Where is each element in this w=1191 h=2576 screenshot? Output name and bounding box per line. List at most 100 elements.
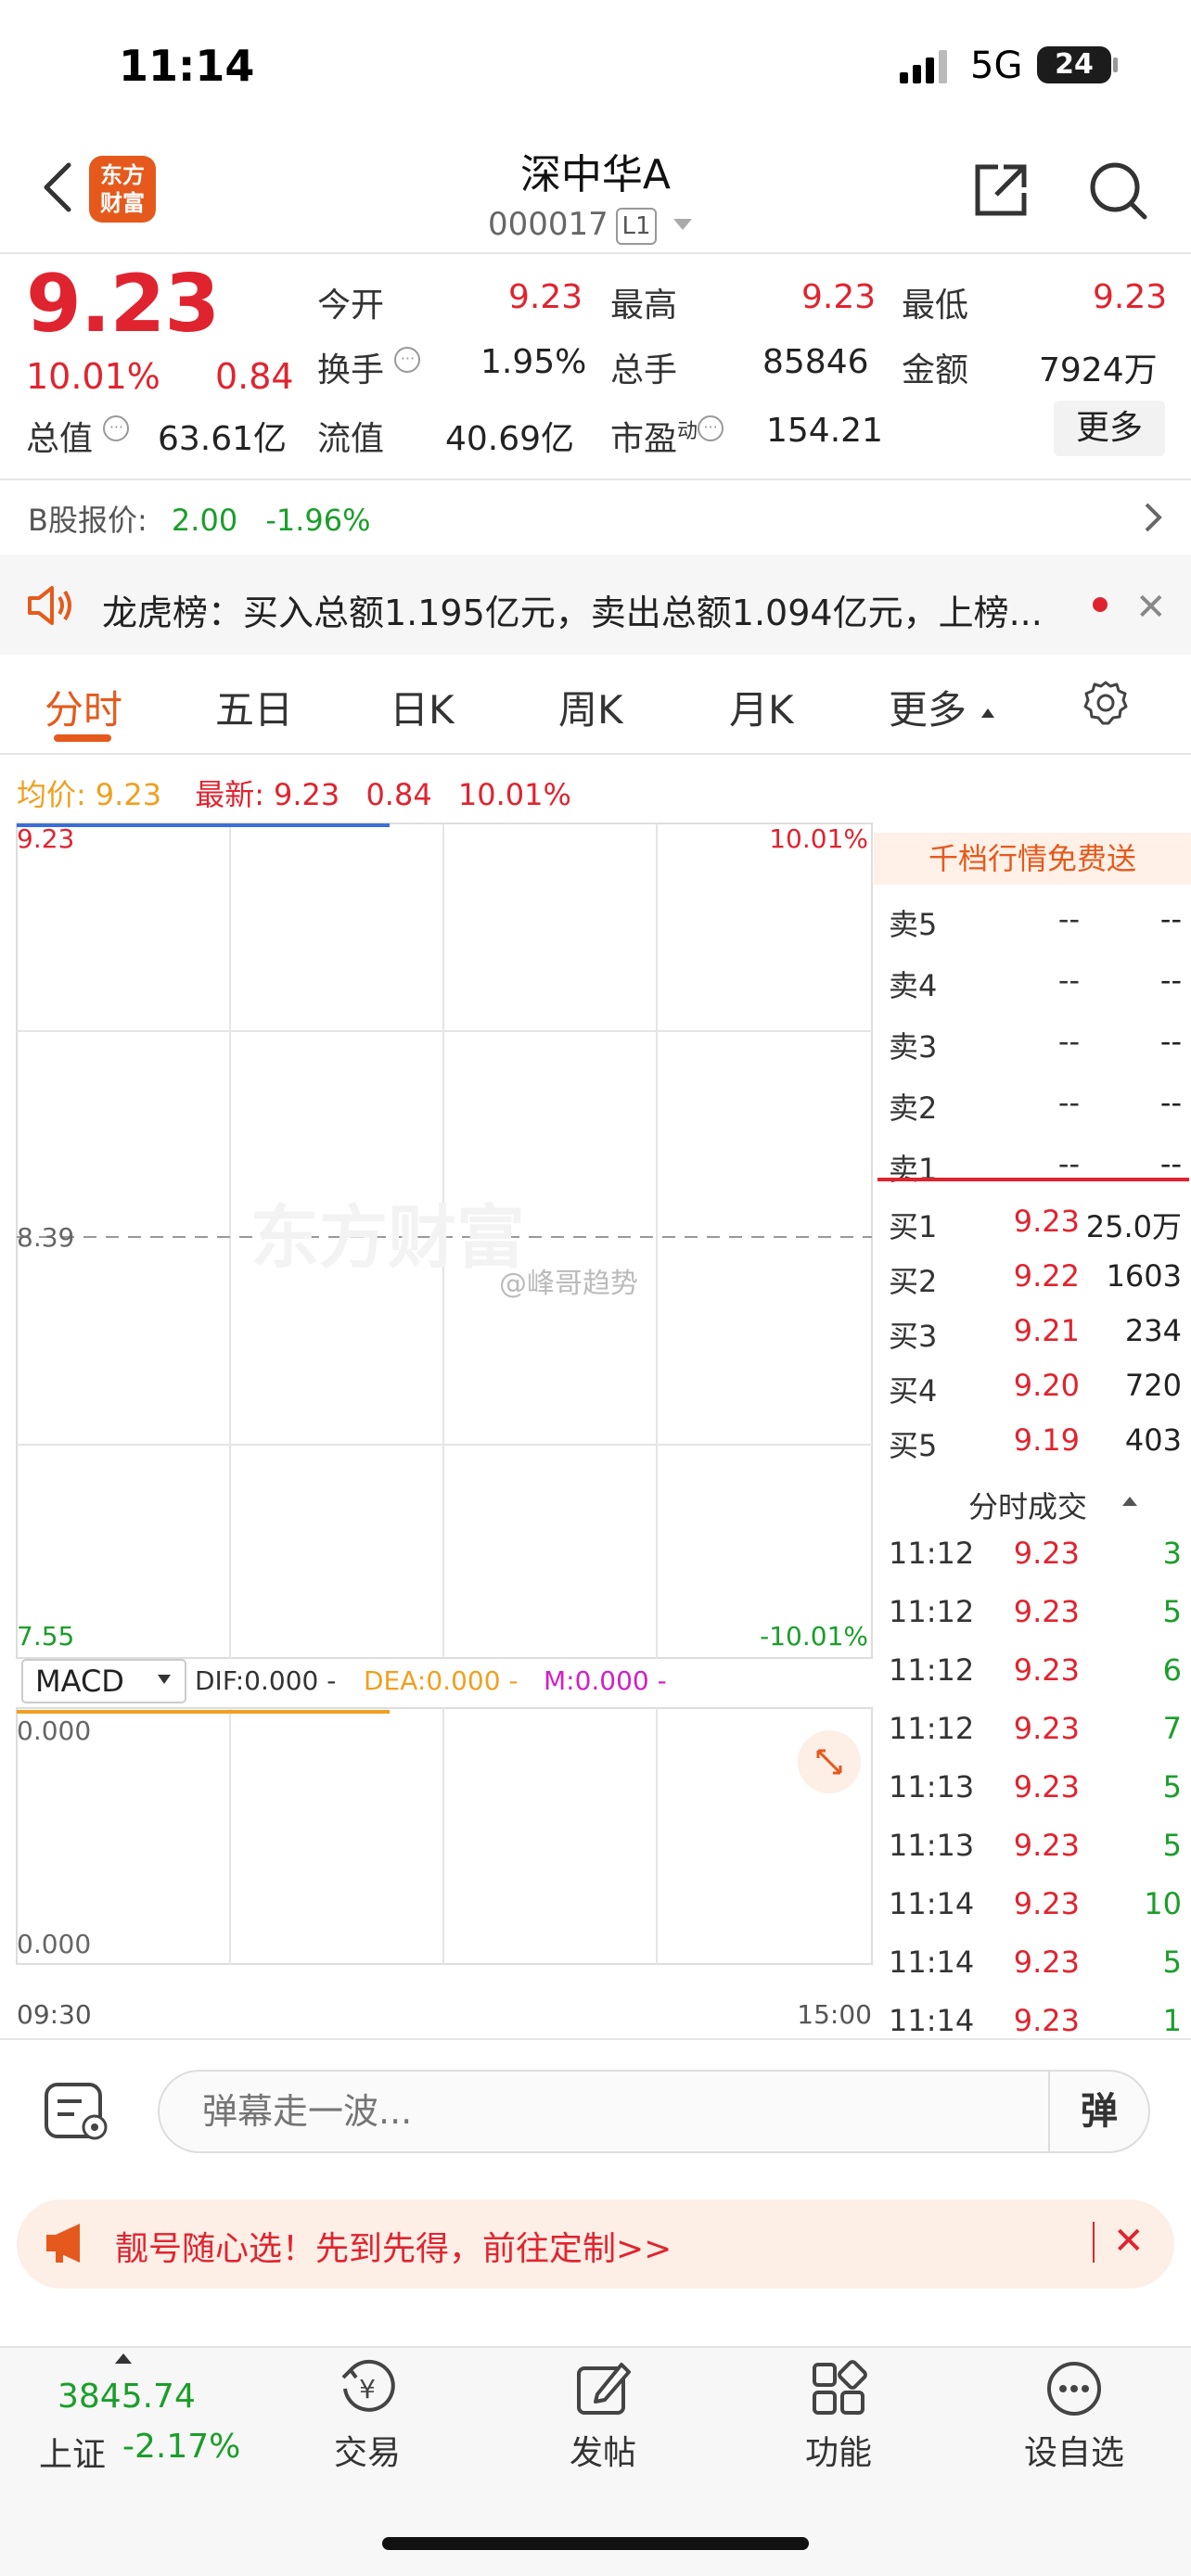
row-label: 卖4 [889, 968, 938, 1003]
notes-icon[interactable] [41, 2079, 115, 2144]
row-label: 买3 [889, 1319, 938, 1354]
index-change[interactable]: -2.17% [122, 2428, 240, 2466]
stock-name: 深中华A [519, 151, 672, 198]
row-price: 9.23 [1013, 1204, 1080, 1239]
promo-text[interactable]: 靓号随心选！先到先得，前往定制>> [115, 2222, 672, 2270]
tick-row: 11:13 9.23 5 [889, 1769, 1182, 1823]
open-label: 今开 [317, 287, 385, 325]
y-label-mid: 8.39 [17, 1222, 74, 1253]
trade-icon[interactable]: ¥ [338, 2359, 397, 2418]
row-price: -- [1057, 901, 1080, 937]
dif-label: DIF:0.000 - [195, 1665, 336, 1696]
more-button[interactable]: 更多 [1054, 401, 1165, 456]
divider [0, 252, 1191, 254]
watermark: 东方财富 [250, 1198, 525, 1278]
market-cap-label: 总值 ··· [26, 412, 130, 460]
row-price: 9.23 [1013, 1594, 1080, 1629]
b-share-price: 2.00 [171, 503, 238, 538]
row-price: 9.19 [1013, 1422, 1080, 1458]
tab-weekly-k[interactable]: 周K [558, 679, 623, 735]
row-volume: -- [1159, 1146, 1182, 1181]
pe-label: 市盈动 ··· [610, 412, 724, 460]
tick-row: 11:13 9.23 5 [889, 1828, 1182, 1881]
nav-functions[interactable]: 功能 [764, 2426, 913, 2474]
caret-icon[interactable] [115, 2353, 132, 2364]
turnover-value: 1.95% [480, 343, 587, 381]
amount-label: 金额 [902, 351, 969, 389]
tab-five-day[interactable]: 五日 [215, 679, 293, 735]
row-price: 9.20 [1013, 1368, 1080, 1403]
close-icon[interactable]: ✕ [1135, 586, 1167, 629]
dea-label: DEA:0.000 - [364, 1665, 519, 1696]
high-label: 最高 [610, 287, 678, 325]
share-icon[interactable] [970, 159, 1031, 221]
pct-label-bottom: -10.01% [760, 1621, 868, 1651]
row-label: 11:12 [889, 1594, 975, 1629]
search-icon[interactable] [1087, 159, 1148, 221]
b-share-change: -1.96% [265, 503, 371, 538]
row-label: 卖1 [889, 1152, 938, 1187]
time-end: 15:00 [797, 1999, 872, 2030]
tab-intraday[interactable]: 分时 [45, 679, 122, 735]
info-icon[interactable]: ··· [698, 415, 724, 441]
row-volume: -- [1159, 1024, 1182, 1059]
nav-trade[interactable]: 交易 [293, 2426, 442, 2474]
chevron-right-icon[interactable] [1143, 501, 1165, 534]
info-icon[interactable]: ··· [103, 415, 130, 441]
tab-daily-k[interactable]: 日K [390, 679, 455, 735]
info-icon[interactable]: ··· [394, 347, 421, 373]
order-row: 卖2 -- -- [889, 1085, 1182, 1139]
pe-value: 154.21 [766, 412, 883, 450]
last-value: 9.23 [274, 777, 340, 812]
row-volume: -- [1159, 1085, 1182, 1120]
order-book-separator [877, 1178, 1189, 1181]
edit-icon[interactable] [573, 2359, 633, 2418]
gear-icon[interactable] [1082, 679, 1130, 727]
tab-monthly-k[interactable]: 月K [729, 679, 794, 735]
notice-text[interactable]: 龙虎榜：买入总额1.195亿元，卖出总额1.094亿元，上榜... [102, 584, 1043, 635]
order-row: 卖5 -- -- [889, 901, 1182, 955]
divider [0, 478, 1191, 480]
tab-more[interactable]: 更多 [889, 679, 967, 735]
row-price: 9.23 [1013, 1711, 1080, 1746]
order-book-promo[interactable]: 千档行情免费送 [874, 833, 1191, 885]
more-dots-icon[interactable] [1044, 2359, 1104, 2418]
b-share-label: B股报价: [28, 503, 147, 538]
ticks-title[interactable]: 分时成交 [968, 1484, 1087, 1526]
nav-watchlist[interactable]: 设自选 [1000, 2426, 1148, 2474]
b-share-row[interactable]: B股报价: 2.00 -1.96% [28, 497, 371, 540]
caret-icon[interactable] [1122, 1497, 1137, 1506]
row-label: 11:12 [889, 1652, 975, 1688]
battery-icon: 24 [1037, 46, 1111, 83]
chevron-down-icon[interactable] [673, 219, 692, 230]
app-logo[interactable]: 东方 财富 [89, 156, 156, 223]
row-price: 9.23 [1013, 1886, 1080, 1921]
network-type: 5G [970, 45, 1023, 87]
row-volume: 25.0万 [1085, 1209, 1182, 1244]
tick-row: 11:14 9.23 10 [889, 1886, 1182, 1940]
open-value: 9.23 [508, 278, 583, 316]
pct-label-top: 10.01% [769, 823, 868, 854]
low-label: 最低 [902, 287, 969, 325]
volume-label: 总手 [610, 351, 678, 389]
intraday-chart[interactable]: 东方财富 @峰哥趋势 9.23 8.39 7.55 10.01% -10.01%… [0, 816, 874, 2040]
avg-label: 均价: [17, 777, 86, 812]
danmaku-input[interactable] [158, 2070, 1150, 2153]
grid-icon[interactable] [809, 2359, 868, 2418]
row-price: 9.23 [1013, 1769, 1080, 1804]
close-icon[interactable]: ✕ [1113, 2220, 1145, 2263]
back-icon[interactable] [37, 159, 78, 215]
index-value[interactable]: 3845.74 [58, 2378, 196, 2416]
danmaku-button[interactable]: 弹 [1048, 2072, 1148, 2151]
tab-underline [54, 734, 111, 742]
row-label: 11:14 [889, 1886, 975, 1921]
index-name[interactable]: 上证 [39, 2428, 106, 2476]
nav-post[interactable]: 发帖 [529, 2426, 677, 2474]
tick-row: 11:12 9.23 5 [889, 1594, 1182, 1648]
row-volume: 1603 [1106, 1258, 1182, 1294]
row-label: 买5 [889, 1428, 938, 1463]
level-badge[interactable]: L1 [616, 208, 657, 245]
order-row: 买2 9.22 1603 [889, 1258, 1182, 1312]
row-volume: -- [1159, 901, 1182, 937]
change-amount: 0.84 [215, 356, 294, 397]
